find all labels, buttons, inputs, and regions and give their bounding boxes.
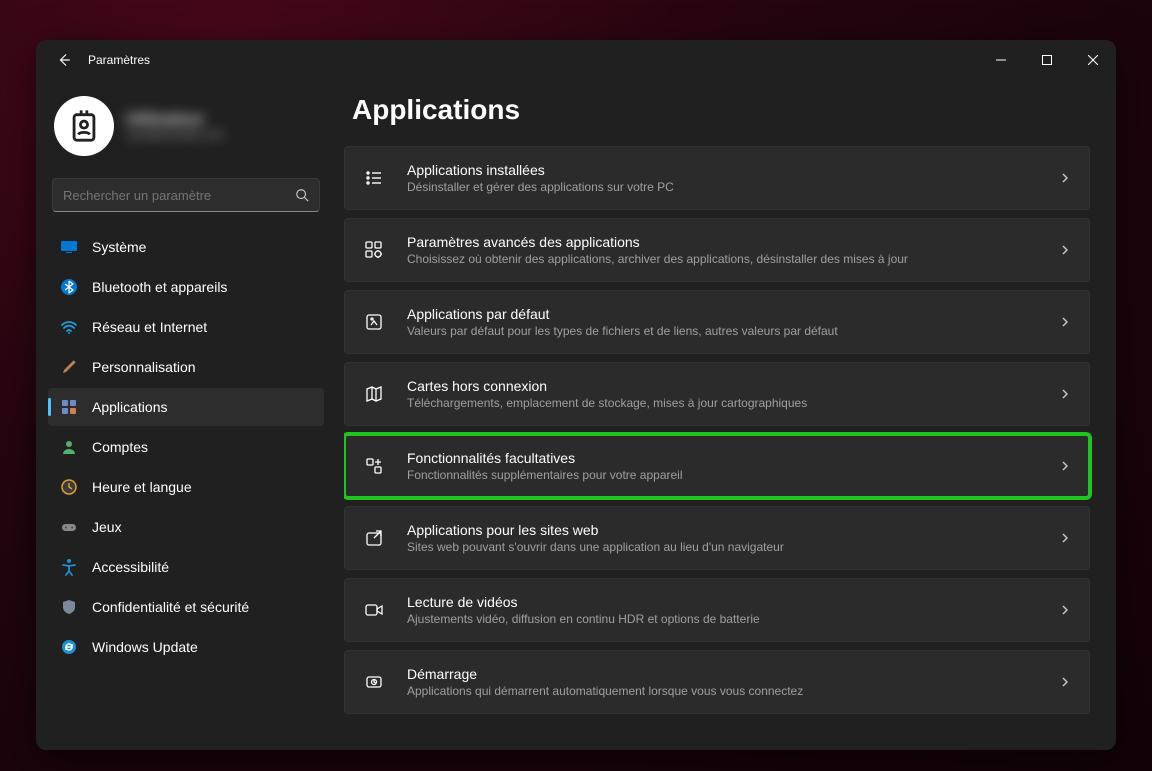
sidebar-item-label: Applications <box>92 399 168 415</box>
gamepad-icon <box>60 518 78 536</box>
sidebar-item-personalization[interactable]: Personnalisation <box>48 348 324 386</box>
apps-gear-icon <box>363 239 385 261</box>
bluetooth-icon <box>60 278 78 296</box>
card-title: Cartes hors connexion <box>407 378 1037 394</box>
main-pane: Applications Applications installées Dés… <box>336 80 1116 750</box>
maximize-button[interactable] <box>1024 40 1070 80</box>
sidebar-item-apps[interactable]: Applications <box>48 388 324 426</box>
card-startup[interactable]: Démarrage Applications qui démarrent aut… <box>344 650 1090 714</box>
card-video-playback[interactable]: Lecture de vidéos Ajustements vidéo, dif… <box>344 578 1090 642</box>
card-offline-maps[interactable]: Cartes hors connexion Téléchargements, e… <box>344 362 1090 426</box>
chevron-right-icon <box>1059 532 1071 544</box>
close-button[interactable] <box>1070 40 1116 80</box>
sidebar: Utilisateur user@example.com Système Blu… <box>36 80 336 750</box>
accessibility-icon <box>60 558 78 576</box>
window-title: Paramètres <box>88 53 150 67</box>
monitor-icon <box>60 238 78 256</box>
card-installed-apps[interactable]: Applications installées Désinstaller et … <box>344 146 1090 210</box>
sidebar-item-label: Windows Update <box>92 639 198 655</box>
sidebar-item-label: Système <box>92 239 146 255</box>
wifi-icon <box>60 318 78 336</box>
open-link-icon <box>363 527 385 549</box>
profile-name: Utilisateur <box>126 111 224 129</box>
sidebar-item-network[interactable]: Réseau et Internet <box>48 308 324 346</box>
arrow-left-icon <box>57 53 71 67</box>
sidebar-item-gaming[interactable]: Jeux <box>48 508 324 546</box>
card-subtitle: Sites web pouvant s'ouvrir dans une appl… <box>407 540 1037 554</box>
chevron-right-icon <box>1059 604 1071 616</box>
minimize-button[interactable] <box>978 40 1024 80</box>
sidebar-item-label: Confidentialité et sécurité <box>92 599 249 615</box>
person-badge-icon <box>67 109 101 143</box>
maximize-icon <box>1042 55 1052 65</box>
apps-icon <box>60 398 78 416</box>
settings-card-list: Applications installées Désinstaller et … <box>344 146 1094 714</box>
close-icon <box>1088 55 1098 65</box>
sidebar-item-label: Comptes <box>92 439 148 455</box>
search-input[interactable] <box>63 188 295 203</box>
sidebar-item-label: Jeux <box>92 519 122 535</box>
page-title: Applications <box>352 94 1094 126</box>
startup-icon <box>363 671 385 693</box>
sidebar-item-system[interactable]: Système <box>48 228 324 266</box>
sidebar-item-label: Heure et langue <box>92 479 192 495</box>
card-default-apps[interactable]: Applications par défaut Valeurs par défa… <box>344 290 1090 354</box>
map-icon <box>363 383 385 405</box>
update-icon <box>60 638 78 656</box>
card-subtitle: Ajustements vidéo, diffusion en continu … <box>407 612 1037 626</box>
list-icon <box>363 167 385 189</box>
card-subtitle: Téléchargements, emplacement de stockage… <box>407 396 1037 410</box>
sidebar-item-bluetooth[interactable]: Bluetooth et appareils <box>48 268 324 306</box>
card-title: Applications pour les sites web <box>407 522 1037 538</box>
sidebar-item-windows-update[interactable]: Windows Update <box>48 628 324 666</box>
profile-block[interactable]: Utilisateur user@example.com <box>48 90 324 170</box>
card-subtitle: Valeurs par défaut pour les types de fic… <box>407 324 1037 338</box>
card-optional-features[interactable]: Fonctionnalités facultatives Fonctionnal… <box>344 434 1090 498</box>
card-advanced-app-settings[interactable]: Paramètres avancés des applications Choi… <box>344 218 1090 282</box>
sidebar-item-label: Réseau et Internet <box>92 319 207 335</box>
chevron-right-icon <box>1059 172 1071 184</box>
sidebar-item-privacy[interactable]: Confidentialité et sécurité <box>48 588 324 626</box>
card-title: Applications installées <box>407 162 1037 178</box>
card-subtitle: Applications qui démarrent automatiqueme… <box>407 684 1037 698</box>
card-title: Lecture de vidéos <box>407 594 1037 610</box>
optional-features-icon <box>363 455 385 477</box>
titlebar: Paramètres <box>36 40 1116 80</box>
search-icon <box>295 188 309 202</box>
card-title: Applications par défaut <box>407 306 1037 322</box>
chevron-right-icon <box>1059 388 1071 400</box>
shield-icon <box>60 598 78 616</box>
default-apps-icon <box>363 311 385 333</box>
card-title: Fonctionnalités facultatives <box>407 450 1037 466</box>
sidebar-item-time-language[interactable]: Heure et langue <box>48 468 324 506</box>
chevron-right-icon <box>1059 676 1071 688</box>
sidebar-item-accessibility[interactable]: Accessibilité <box>48 548 324 586</box>
sidebar-item-label: Accessibilité <box>92 559 169 575</box>
card-title: Paramètres avancés des applications <box>407 234 1037 250</box>
back-button[interactable] <box>50 46 78 74</box>
profile-text: Utilisateur user@example.com <box>126 111 224 141</box>
minimize-icon <box>996 55 1006 65</box>
card-subtitle: Fonctionnalités supplémentaires pour vot… <box>407 468 1037 482</box>
card-subtitle: Désinstaller et gérer des applications s… <box>407 180 1037 194</box>
sidebar-item-label: Bluetooth et appareils <box>92 279 227 295</box>
card-apps-for-websites[interactable]: Applications pour les sites web Sites we… <box>344 506 1090 570</box>
clock-globe-icon <box>60 478 78 496</box>
nav-list: Système Bluetooth et appareils Réseau et… <box>48 228 324 666</box>
sidebar-item-label: Personnalisation <box>92 359 196 375</box>
chevron-right-icon <box>1059 316 1071 328</box>
settings-window: Paramètres Utilisateur user@example.com <box>36 40 1116 750</box>
paintbrush-icon <box>60 358 78 376</box>
card-subtitle: Choisissez où obtenir des applications, … <box>407 252 1037 266</box>
search-box[interactable] <box>52 178 320 212</box>
video-icon <box>363 599 385 621</box>
person-icon <box>60 438 78 456</box>
chevron-right-icon <box>1059 244 1071 256</box>
avatar <box>54 96 114 156</box>
chevron-right-icon <box>1059 460 1071 472</box>
sidebar-item-accounts[interactable]: Comptes <box>48 428 324 466</box>
profile-email: user@example.com <box>126 129 224 141</box>
card-title: Démarrage <box>407 666 1037 682</box>
